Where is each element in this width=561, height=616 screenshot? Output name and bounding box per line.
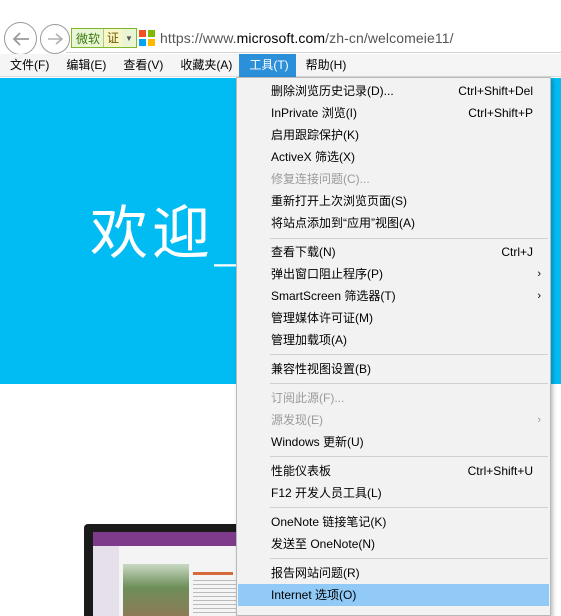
menu-item-subscribe-feed: 订阅此源(F)...: [271, 391, 345, 405]
security-certificate-badge[interactable]: 微软 证 ▼: [71, 28, 137, 48]
menu-item-inprivate[interactable]: InPrivate 浏览(I) Ctrl+Shift+P: [238, 102, 549, 124]
menu-item-popup-blocker[interactable]: 弹出窗口阻止程序(P) ›: [238, 263, 549, 285]
submenu-arrow-icon: ›: [537, 290, 541, 302]
menu-separator: [270, 558, 548, 559]
url-scheme: https://www.: [160, 30, 237, 46]
menu-separator: [270, 507, 548, 508]
cert-badge-label: 证: [103, 29, 123, 47]
submenu-arrow-icon: ›: [537, 414, 541, 426]
menu-item-view-downloads[interactable]: 查看下载(N) Ctrl+J: [238, 241, 549, 263]
menu-separator: [270, 383, 548, 384]
menu-item-reopen-last-session[interactable]: 重新打开上次浏览页面(S): [238, 190, 549, 212]
menu-file[interactable]: 文件(F): [0, 54, 56, 77]
welcome-heading: 欢迎_: [90, 199, 248, 267]
menu-view[interactable]: 查看(V): [113, 54, 170, 77]
laptop-screen: [93, 532, 243, 616]
menu-item-windows-update[interactable]: Windows 更新(U): [238, 431, 549, 453]
menu-item-internet-options[interactable]: Internet 选项(O): [238, 584, 549, 606]
back-button[interactable]: [4, 22, 37, 55]
forward-button[interactable]: [40, 24, 70, 54]
menu-item-delete-history[interactable]: 删除浏览历史记录(D)... Ctrl+Shift+Del: [238, 80, 549, 102]
menu-item-feed-discovery: 源发现(E) ›: [238, 409, 549, 431]
cert-org-name: 微软: [76, 31, 101, 46]
menu-separator: [270, 238, 548, 239]
menu-item-activex-filtering[interactable]: ActiveX 筛选(X): [238, 146, 549, 168]
menu-item-send-to-onenote[interactable]: 发送至 OneNote(N): [238, 533, 549, 555]
menu-item-report-site-problems[interactable]: 报告网站问题(R): [238, 562, 549, 584]
onenote-ribbon: [93, 532, 243, 546]
menu-item-onenote-linked-notes[interactable]: OneNote 链接笔记(K): [238, 511, 549, 533]
menu-item-media-licenses[interactable]: 管理媒体许可证(M): [238, 307, 549, 329]
waterfall-photo: [123, 564, 189, 616]
tools-menu: 删除浏览历史记录(D)... Ctrl+Shift+Del InPrivate 浏…: [236, 77, 551, 616]
menu-item-tracking-protection[interactable]: 启用跟踪保护(K): [238, 124, 549, 146]
laptop-illustration: [84, 524, 254, 616]
forward-arrow-icon: [48, 33, 63, 45]
url-path: /zh-cn/welcomeie11/: [325, 30, 454, 46]
microsoft-favicon-icon: [139, 30, 155, 46]
menu-item-smartscreen[interactable]: SmartScreen 筛选器(T) ›: [238, 285, 549, 307]
note-heading: [193, 572, 233, 575]
back-arrow-icon: [12, 31, 29, 46]
address-url[interactable]: https://www.microsoft.com/zh-cn/welcomei…: [160, 30, 454, 46]
menu-item-f12-devtools[interactable]: F12 开发人员工具(L): [238, 482, 549, 504]
menu-help[interactable]: 帮助(H): [296, 54, 354, 77]
menu-item-manage-addons[interactable]: 管理加载项(A): [238, 329, 549, 351]
menu-item-add-to-apps[interactable]: 将站点添加到“应用”视图(A): [238, 212, 549, 234]
menu-edit[interactable]: 编辑(E): [56, 54, 113, 77]
menu-separator: [270, 456, 548, 457]
submenu-arrow-icon: ›: [537, 268, 541, 280]
menu-item-compat-view[interactable]: 兼容性视图设置(B): [238, 358, 549, 380]
onenote-sidebar: [93, 546, 119, 616]
menu-separator: [270, 354, 548, 355]
menu-tools[interactable]: 工具(T): [239, 53, 296, 77]
menu-item-fix-connection: 修复连接问题(C)...: [271, 172, 370, 186]
address-toolbar: 微软 证 ▼ https://www.microsoft.com/zh-cn/w…: [0, 0, 561, 55]
note-text-lines: [193, 580, 237, 614]
menu-favorites[interactable]: 收藏夹(A): [170, 54, 239, 77]
url-domain: microsoft.com: [236, 30, 326, 46]
menu-item-performance-dashboard[interactable]: 性能仪表板 Ctrl+Shift+U: [238, 460, 549, 482]
menu-bar: 文件(F) 编辑(E) 查看(V) 收藏夹(A) 工具(T) 帮助(H): [0, 53, 561, 77]
chevron-down-icon[interactable]: ▼: [122, 34, 136, 43]
